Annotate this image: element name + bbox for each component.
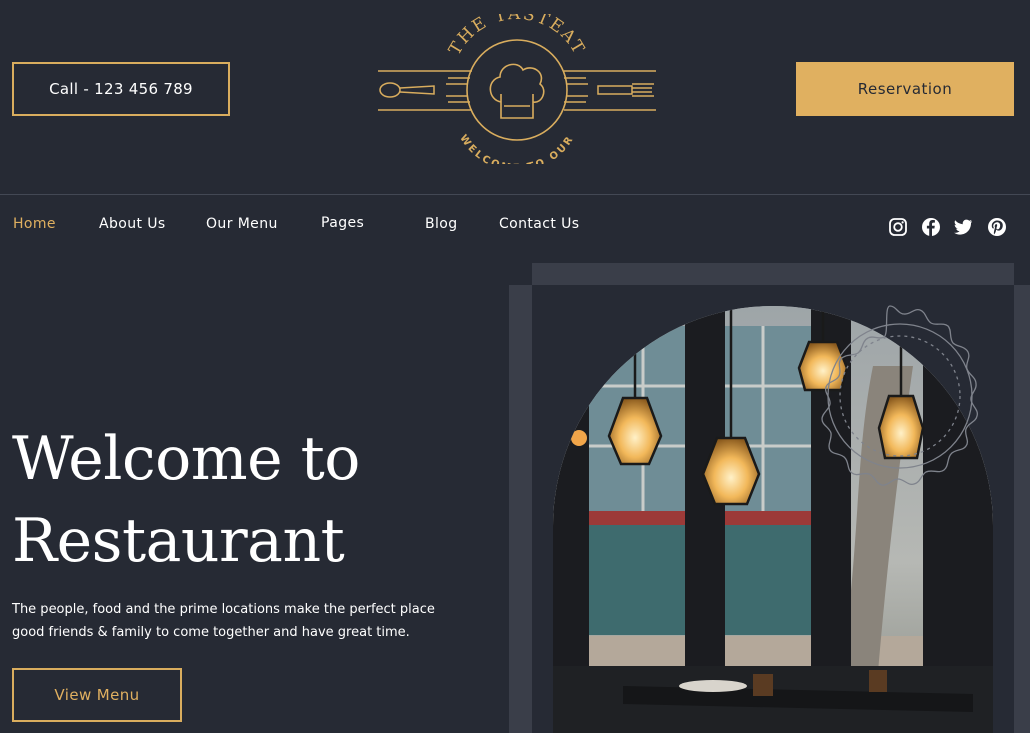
call-button-label: Call - 123 456 789: [49, 80, 193, 98]
call-button[interactable]: Call - 123 456 789: [12, 62, 230, 116]
image-frame-top: [532, 263, 1014, 285]
nav-item-about-us[interactable]: About Us: [99, 216, 166, 232]
image-frame-left: [509, 285, 532, 733]
hero-description-line-2: good friends & family to come together a…: [12, 625, 410, 640]
restaurant-logo[interactable]: THE TASTEAT WELCOME TO OUR: [376, 14, 658, 164]
image-frame-right: [1014, 285, 1030, 733]
svg-text:THE TASTEAT: THE TASTEAT: [445, 14, 589, 59]
fork-icon: [597, 83, 654, 97]
site-header: Call - 123 456 789 THE TASTEAT WELCOME T…: [0, 0, 1030, 194]
hero-title-line-1: Welcome to: [12, 424, 360, 494]
nav-item-our-menu[interactable]: Our Menu: [206, 216, 278, 232]
instagram-icon[interactable]: [888, 217, 908, 237]
nav-item-blog[interactable]: Blog: [425, 216, 458, 232]
facebook-icon[interactable]: [921, 217, 941, 237]
main-navigation: Home About Us Our Menu Pages Blog Contac…: [0, 195, 1030, 255]
decorative-badge-icon: [821, 305, 978, 486]
reservation-button-label: Reservation: [857, 80, 953, 98]
pinterest-icon[interactable]: [987, 217, 1007, 237]
spoon-icon: [379, 82, 435, 98]
nav-item-contact-us[interactable]: Contact Us: [499, 216, 579, 232]
view-menu-button-label: View Menu: [54, 686, 140, 704]
hero-description-line-1: The people, food and the prime locations…: [12, 602, 435, 617]
svg-text:WELCOME TO OUR: WELCOME TO OUR: [457, 133, 576, 164]
nav-item-pages[interactable]: Pages: [321, 215, 364, 231]
hero-title-line-2: Restaurant: [12, 506, 345, 576]
chef-hat-icon: [489, 63, 545, 119]
hero-title: Welcome to Restaurant: [12, 418, 492, 582]
view-menu-button[interactable]: View Menu: [12, 668, 182, 722]
reservation-button[interactable]: Reservation: [796, 62, 1014, 116]
hero-description: The people, food and the prime locations…: [12, 598, 482, 644]
nav-item-home[interactable]: Home: [13, 216, 56, 232]
logo-top-text: THE TASTEAT: [445, 14, 587, 59]
twitter-icon[interactable]: [953, 217, 973, 237]
logo-bottom-text: WELCOME TO OUR: [457, 133, 574, 164]
